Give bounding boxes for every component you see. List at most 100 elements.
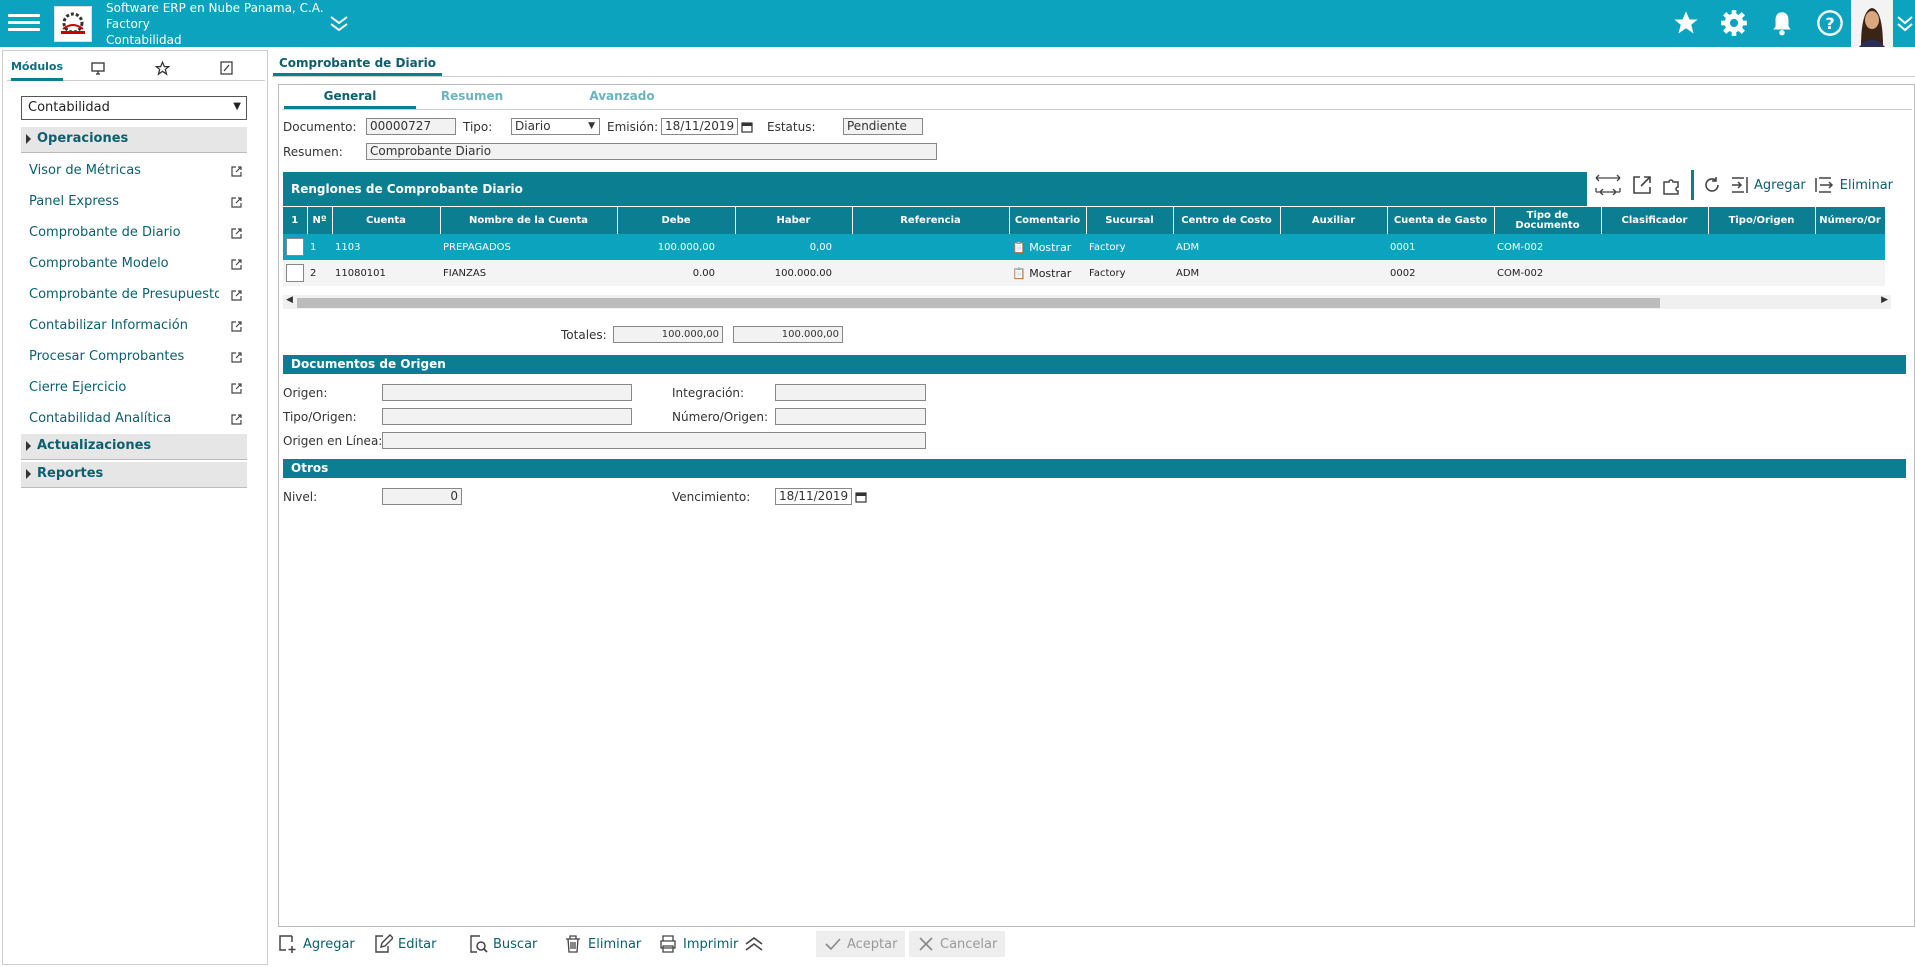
tab-resumen[interactable]: Resumen (427, 89, 517, 109)
col-haber[interactable]: Haber (735, 207, 853, 234)
col-centro-costo[interactable]: Centro de Costo (1173, 207, 1281, 234)
cell-comentario[interactable]: 📋 Mostrar (1009, 234, 1086, 260)
cell-debe[interactable]: 100.000,00 (617, 234, 735, 260)
section-actualizaciones[interactable]: Actualizaciones (21, 434, 247, 460)
documento-field[interactable]: 00000727 (366, 118, 456, 135)
col-numero-origen[interactable]: Número/Or (1815, 207, 1886, 234)
sidebar-item-comprobante-diario[interactable]: Comprobante de Diario (29, 225, 243, 247)
sidebar-item-contabilidad-analitica[interactable]: Contabilidad Analítica (29, 411, 243, 433)
section-reportes[interactable]: Reportes (21, 462, 247, 488)
scrollbar-thumb[interactable] (297, 298, 1660, 308)
external-link-icon (231, 166, 242, 177)
tab-avanzado[interactable]: Avanzado (572, 89, 672, 109)
cell-haber[interactable]: 0,00 (735, 234, 852, 260)
agregar-button[interactable]: Agregar (278, 934, 355, 954)
vencimiento-field[interactable]: 18/11/2019 (775, 488, 852, 505)
tipo-origen-field[interactable] (382, 408, 632, 425)
sidebar-item-visor-metricas[interactable]: Visor de Métricas (29, 163, 243, 185)
horizontal-scrollbar[interactable]: ◀ ▶ (283, 295, 1891, 309)
sidebar-item-comprobante-modelo[interactable]: Comprobante Modelo (29, 256, 243, 278)
collapse-chevron-icon[interactable] (744, 934, 769, 954)
col-numero[interactable]: Nº (307, 207, 333, 234)
cell-haber[interactable]: 100.000.00 (735, 260, 852, 286)
grid-delete-button[interactable]: Eliminar (1814, 175, 1893, 195)
eliminar-button[interactable]: Eliminar (563, 934, 641, 954)
table-row[interactable]: 1 1103 PREPAGADOS 100.000,00 0,00 📋 Most… (283, 234, 1885, 260)
section-operaciones[interactable]: Operaciones (21, 127, 247, 153)
sub-tabs: General Resumen Avanzado (282, 86, 1912, 110)
menu-icon[interactable] (8, 10, 40, 36)
star-icon[interactable] (147, 55, 177, 81)
sidebar-item-contabilizar-informacion[interactable]: Contabilizar Información (29, 318, 243, 340)
module-select[interactable]: Contabilidad ▼ (21, 96, 247, 120)
paperclip-icon[interactable] (211, 55, 241, 81)
cancelar-button[interactable]: Cancelar (909, 931, 1006, 957)
col-cuenta[interactable]: Cuenta (332, 207, 441, 234)
sidebar-item-procesar-comprobantes[interactable]: Procesar Comprobantes (29, 349, 243, 371)
add-row-icon (1732, 177, 1748, 193)
nivel-field[interactable]: 0 (382, 488, 462, 505)
editar-label: Editar (398, 936, 437, 952)
tab-modules[interactable]: Módulos (11, 55, 63, 81)
origen-linea-field[interactable] (382, 432, 926, 449)
tab-general[interactable]: General (284, 89, 416, 109)
emision-field[interactable]: 18/11/2019 (661, 118, 738, 135)
buscar-button[interactable]: Buscar (468, 934, 537, 954)
editar-button[interactable]: Editar (373, 934, 437, 954)
eliminar-label: Eliminar (588, 936, 642, 952)
cell-referencia[interactable] (852, 234, 1009, 260)
imprimir-button[interactable]: Imprimir (658, 934, 738, 954)
sidebar-item-comprobante-presupuesto[interactable]: Comprobante de Presupuesto (29, 287, 243, 309)
col-referencia[interactable]: Referencia (852, 207, 1010, 234)
resize-columns-icon[interactable] (1593, 170, 1623, 200)
expand-chevron-icon[interactable] (328, 12, 350, 34)
refresh-icon[interactable] (1691, 170, 1722, 200)
mostrar-link[interactable]: Mostrar (1029, 267, 1071, 280)
user-menu-chevron-icon[interactable] (1896, 12, 1914, 34)
bell-icon[interactable] (1767, 6, 1797, 40)
col-tipo-documento[interactable]: Tipo de Documento (1494, 207, 1602, 234)
help-icon[interactable]: ? (1815, 6, 1845, 40)
star-icon[interactable] (1671, 6, 1701, 40)
aceptar-button[interactable]: Aceptar (816, 931, 906, 957)
gear-icon[interactable] (1719, 6, 1749, 40)
col-clasificador[interactable]: Clasificador (1601, 207, 1709, 234)
row-checkbox[interactable] (283, 234, 307, 260)
scroll-right-icon[interactable]: ▶ (1881, 295, 1888, 305)
sidebar-item-panel-express[interactable]: Panel Express (29, 194, 243, 216)
external-link-icon[interactable] (1631, 174, 1653, 196)
cell-debe[interactable]: 0.00 (617, 260, 735, 286)
external-link-icon (231, 414, 242, 425)
grid-add-button[interactable]: Agregar (1730, 175, 1806, 195)
avatar[interactable] (1851, 0, 1893, 47)
col-cuenta-gasto[interactable]: Cuenta de Gasto (1387, 207, 1495, 234)
vencimiento-label: Vencimiento: (672, 490, 751, 504)
origen-field[interactable] (382, 384, 632, 401)
tipo-select[interactable]: Diario ▼ (511, 118, 600, 135)
cell-comentario[interactable]: 📋 Mostrar (1009, 260, 1086, 286)
scroll-left-icon[interactable]: ◀ (286, 295, 293, 305)
integracion-field[interactable] (775, 384, 926, 401)
tab-comprobante-diario[interactable]: Comprobante de Diario (273, 52, 442, 76)
monitor-icon[interactable] (83, 55, 113, 81)
cell-cuenta[interactable]: 1103 (332, 234, 440, 260)
mostrar-link[interactable]: Mostrar (1029, 241, 1071, 254)
col-tipo-origen[interactable]: Tipo/Origen (1708, 207, 1816, 234)
cell-cuenta[interactable]: 11080101 (332, 260, 440, 286)
puzzle-icon[interactable] (1661, 174, 1683, 196)
sidebar-item-cierre-ejercicio[interactable]: Cierre Ejercicio (29, 380, 243, 402)
col-sucursal[interactable]: Sucursal (1086, 207, 1174, 234)
calendar-icon[interactable] (855, 491, 867, 503)
col-debe[interactable]: Debe (617, 207, 736, 234)
cell-referencia[interactable] (852, 260, 1009, 286)
numero-origen-field[interactable] (775, 408, 926, 425)
calendar-icon[interactable] (741, 121, 753, 133)
col-comentario[interactable]: Comentario (1009, 207, 1087, 234)
table-row[interactable]: 2 11080101 FIANZAS 0.00 100.000.00 📋 Mos… (283, 260, 1885, 286)
col-auxiliar[interactable]: Auxiliar (1280, 207, 1388, 234)
row-checkbox[interactable] (283, 260, 307, 286)
top-actions: ? (1671, 6, 1845, 40)
col-select[interactable]: 1 (283, 207, 308, 234)
col-nombre[interactable]: Nombre de la Cuenta (440, 207, 618, 234)
resumen-field[interactable]: Comprobante Diario (366, 143, 937, 160)
